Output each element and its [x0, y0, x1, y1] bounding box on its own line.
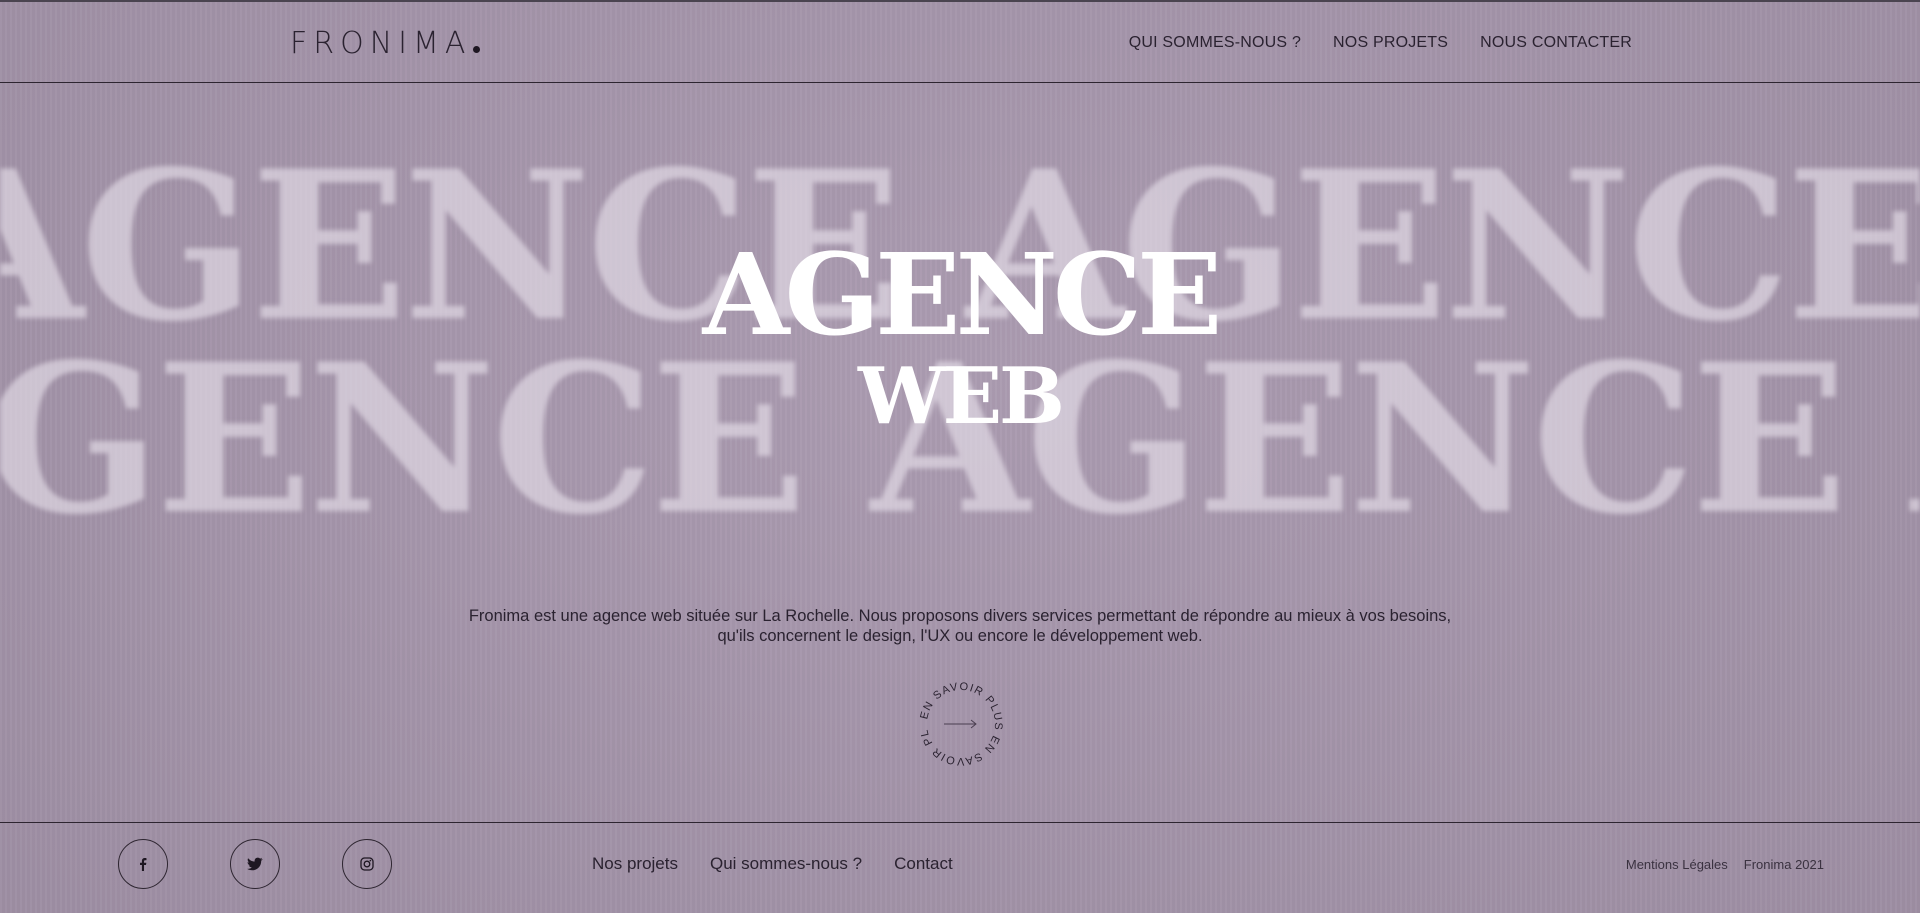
main-nav: QUI SOMMES-NOUS ? NOS PROJETS NOUS CONTA…: [1129, 34, 1632, 52]
logo-text: FRONIMA: [290, 26, 472, 61]
legal-notice-link[interactable]: Mentions Légales: [1626, 857, 1728, 872]
instagram-icon: [360, 857, 374, 871]
facebook-link[interactable]: [118, 839, 168, 889]
site-header: FRONIMA QUI SOMMES-NOUS ? NOS PROJETS NO…: [0, 2, 1920, 83]
site-footer: Nos projets Qui sommes-nous ? Contact Me…: [0, 822, 1920, 913]
instagram-link[interactable]: [342, 839, 392, 889]
nav-link-contact[interactable]: NOUS CONTACTER: [1480, 34, 1632, 52]
arrow-right-icon: [944, 719, 977, 729]
hero-title-line-1: AGENCE: [702, 230, 1223, 361]
hero-title-line-2: WEB: [858, 351, 1065, 442]
learn-more-button[interactable]: EN SAVOIR PLUS EN SAVOIR PLUS: [917, 680, 1005, 768]
footer-link-projects[interactable]: Nos projets: [592, 854, 678, 874]
footer-link-contact[interactable]: Contact: [894, 854, 953, 874]
twitter-link[interactable]: [230, 839, 280, 889]
logo-dot: [473, 46, 481, 53]
footer-nav: Nos projets Qui sommes-nous ? Contact: [592, 854, 953, 874]
facebook-icon: [140, 858, 147, 871]
site-logo[interactable]: FRONIMA: [290, 26, 481, 61]
footer-link-about[interactable]: Qui sommes-nous ?: [710, 854, 862, 874]
footer-legal: Mentions Légales Fronima 2021: [1626, 857, 1824, 872]
hero-description: Fronima est une agence web située sur La…: [468, 607, 1452, 645]
twitter-icon: [247, 857, 263, 871]
nav-link-projects[interactable]: NOS PROJETS: [1333, 34, 1448, 52]
nav-link-about[interactable]: QUI SOMMES-NOUS ?: [1129, 34, 1301, 52]
copyright-text: Fronima 2021: [1743, 857, 1824, 872]
